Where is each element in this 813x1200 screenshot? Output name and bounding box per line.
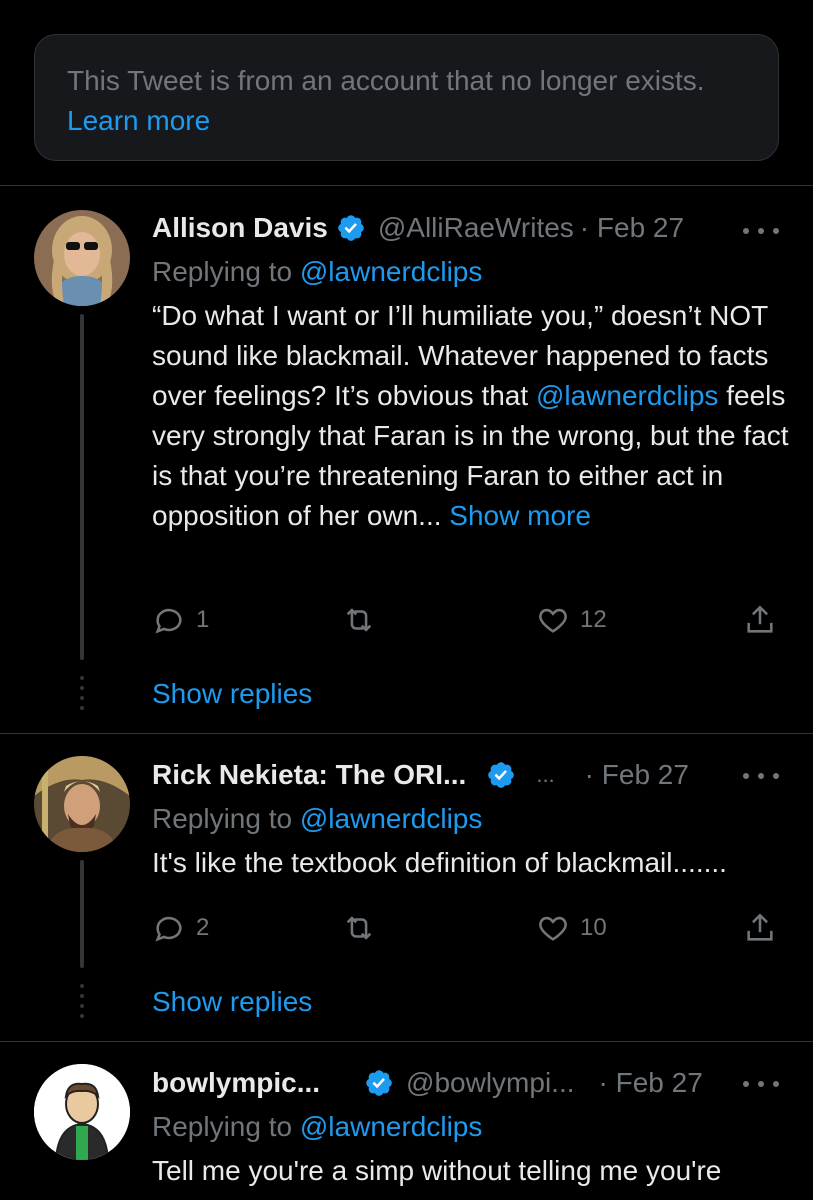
- more-options-icon[interactable]: [743, 1074, 779, 1094]
- deleted-tweet-notice: This Tweet is from an account that no lo…: [34, 34, 779, 161]
- retweet-icon: [346, 916, 372, 940]
- tweet-actions: 1 12: [152, 600, 777, 640]
- like-button[interactable]: 12: [536, 600, 607, 640]
- author-handle[interactable]: @bowlympi...: [406, 1067, 574, 1099]
- more-options-icon[interactable]: [743, 221, 779, 241]
- tweet-date[interactable]: · Feb 27: [585, 759, 689, 791]
- retweet-button[interactable]: [342, 600, 376, 640]
- thread-line: [80, 860, 84, 968]
- share-button[interactable]: [743, 600, 777, 640]
- avatar-allison-davis[interactable]: [34, 210, 130, 306]
- thread-dots: [80, 676, 84, 716]
- verified-badge-icon: [488, 762, 515, 788]
- divider: [0, 733, 813, 734]
- reply-button[interactable]: 2: [152, 908, 209, 948]
- reply-icon: [155, 608, 182, 634]
- author-handle[interactable]: ...: [536, 762, 554, 788]
- tweet-header: Allison Davis @AlliRaeWrites · Feb 27: [152, 208, 684, 248]
- replying-prefix: Replying to: [152, 1111, 293, 1142]
- tweet-text: “Do what I want or I’ll humiliate you,” …: [152, 296, 792, 536]
- reply-button[interactable]: 1: [152, 600, 209, 640]
- replying-prefix: Replying to: [152, 256, 293, 287]
- thread-line: [80, 314, 84, 660]
- author-name[interactable]: bowlympic...: [152, 1067, 320, 1099]
- reply-icon: [155, 916, 182, 942]
- reply-count: 1: [196, 606, 210, 633]
- notice-text: This Tweet is from an account that no lo…: [67, 65, 705, 96]
- replying-to-handle[interactable]: @lawnerdclips: [300, 256, 483, 287]
- show-replies-link[interactable]: Show replies: [152, 982, 312, 1022]
- heart-icon: [539, 916, 567, 941]
- more-options-icon[interactable]: [743, 766, 779, 786]
- tweet-header: bowlympic... @bowlympi... · Feb 27: [152, 1063, 703, 1103]
- avatar-bowlympic[interactable]: [34, 1064, 130, 1160]
- show-more-link[interactable]: Show more: [449, 500, 591, 531]
- tweet-date[interactable]: · Feb 27: [599, 1067, 703, 1099]
- learn-more-link[interactable]: Learn more: [67, 105, 210, 136]
- like-button[interactable]: 10: [536, 908, 607, 948]
- tweet-text: Tell me you're a simp without telling me…: [152, 1155, 722, 1186]
- divider: [0, 185, 813, 186]
- tweet-actions: 2 10: [152, 908, 777, 948]
- replying-to: Replying to @lawnerdclips: [152, 1107, 482, 1147]
- replying-to: Replying to @lawnerdclips: [152, 799, 482, 839]
- retweet-icon: [346, 608, 372, 632]
- author-name[interactable]: Rick Nekieta: The ORI...: [152, 759, 466, 791]
- verified-badge-icon: [338, 215, 364, 241]
- replying-to: Replying to @lawnerdclips: [152, 252, 482, 292]
- reply-count: 2: [196, 914, 210, 941]
- mention-link[interactable]: @lawnerdclips: [536, 380, 719, 411]
- retweet-button[interactable]: [342, 908, 376, 948]
- tweet-text: It's like the textbook definition of bla…: [152, 847, 727, 878]
- share-icon: [747, 605, 773, 633]
- thread-dots: [80, 984, 84, 1024]
- tweet-header: Rick Nekieta: The ORI... ... · Feb 27: [152, 755, 689, 795]
- avatar-rick-nekieta[interactable]: [34, 756, 130, 852]
- show-replies-link[interactable]: Show replies: [152, 674, 312, 714]
- like-count: 12: [580, 606, 607, 633]
- heart-icon: [539, 608, 567, 633]
- share-button[interactable]: [743, 908, 777, 948]
- verified-badge-icon: [366, 1070, 392, 1096]
- author-name[interactable]: Allison Davis: [152, 212, 328, 244]
- tweet-date[interactable]: · Feb 27: [580, 212, 684, 244]
- replying-to-handle[interactable]: @lawnerdclips: [300, 803, 483, 834]
- replying-prefix: Replying to: [152, 803, 293, 834]
- share-icon: [747, 913, 773, 941]
- divider: [0, 1041, 813, 1042]
- replying-to-handle[interactable]: @lawnerdclips: [300, 1111, 483, 1142]
- author-handle[interactable]: @AlliRaeWrites: [378, 212, 574, 244]
- like-count: 10: [580, 914, 607, 941]
